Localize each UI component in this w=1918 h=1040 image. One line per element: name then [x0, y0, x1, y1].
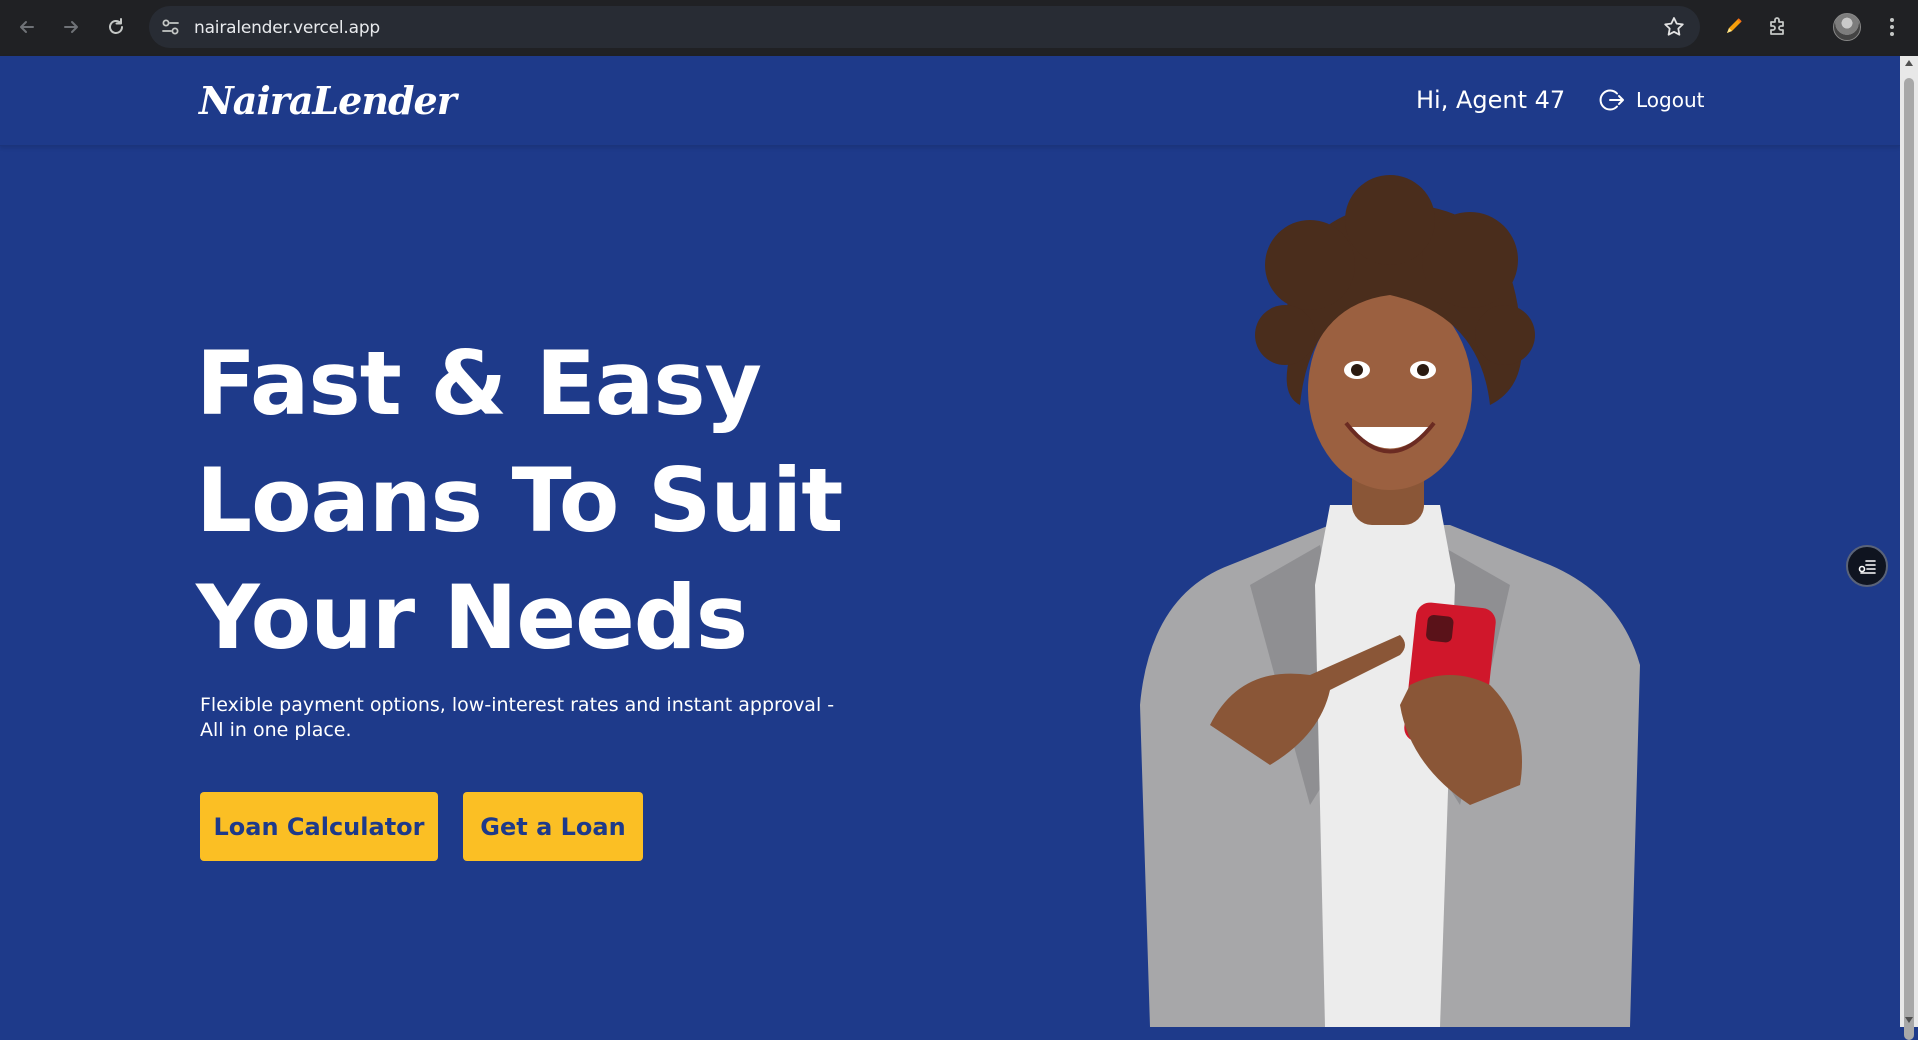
get-loan-button[interactable]: Get a Loan	[463, 792, 643, 861]
page-scrollbar[interactable]	[1900, 56, 1918, 1040]
puzzle-icon[interactable]	[1766, 14, 1790, 43]
logout-label: Logout	[1636, 88, 1705, 112]
accessibility-widget-button[interactable]	[1846, 545, 1888, 587]
logout-icon	[1599, 89, 1624, 111]
kebab-icon[interactable]	[1884, 13, 1900, 46]
logout-button[interactable]: Logout	[1599, 83, 1704, 117]
address-bar[interactable]: nairalender.vercel.app	[149, 6, 1700, 48]
hero-title: Fast & Easy Loans To Suit Your Needs	[196, 325, 896, 676]
back-button[interactable]	[12, 12, 42, 42]
site-header: NairaLender Hi, Agent 47 Logout	[0, 56, 1900, 146]
user-greeting: Hi, Agent 47	[1416, 86, 1566, 114]
reload-button[interactable]	[101, 12, 131, 42]
hero-title-line: Your Needs	[196, 566, 748, 669]
arrow-left-icon	[20, 21, 34, 33]
logo[interactable]: NairaLender	[199, 78, 457, 123]
hero-subtitle: Flexible payment options, low-interest r…	[200, 694, 835, 741]
url-text[interactable]: nairalender.vercel.app	[194, 18, 380, 38]
arrow-right-icon	[64, 21, 78, 33]
settings-list-icon	[1858, 560, 1876, 574]
reload-icon	[109, 18, 123, 34]
scroll-up-icon[interactable]	[1905, 60, 1913, 66]
tune-icon[interactable]	[160, 16, 182, 43]
scroll-down-icon[interactable]	[1905, 1017, 1913, 1023]
avatar[interactable]	[1833, 13, 1861, 41]
forward-button[interactable]	[56, 12, 86, 42]
browser-toolbar: nairalender.vercel.app	[0, 0, 1918, 56]
pencil-icon[interactable]	[1722, 14, 1746, 43]
hero-image	[1110, 165, 1670, 1027]
hero-title-line: Loans To Suit	[196, 449, 843, 552]
hero-title-line: Fast & Easy	[196, 332, 762, 435]
star-icon[interactable]	[1662, 15, 1686, 44]
scroll-thumb[interactable]	[1904, 78, 1914, 1040]
loan-calculator-button[interactable]: Loan Calculator	[200, 792, 438, 861]
